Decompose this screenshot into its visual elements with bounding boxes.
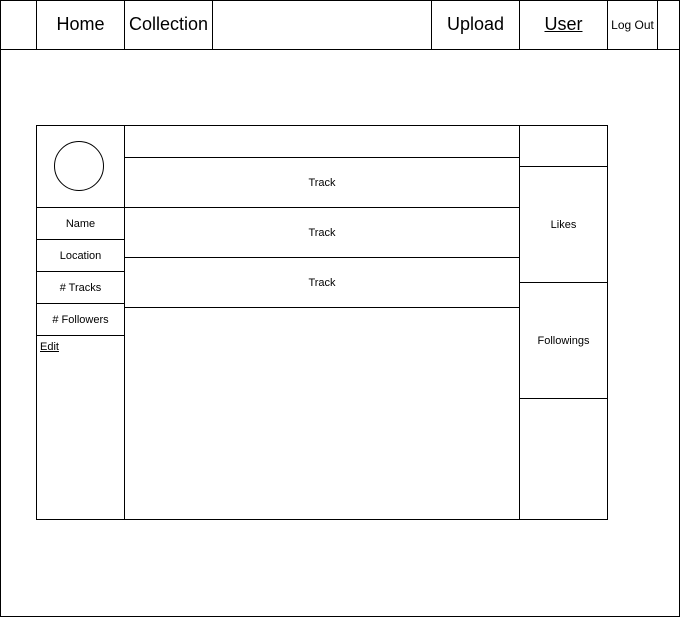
likes-panel[interactable]: Likes: [520, 167, 607, 282]
profile-track-count: # Tracks: [59, 281, 102, 294]
nav-user-link[interactable]: User: [520, 0, 607, 49]
avatar[interactable]: [54, 141, 104, 191]
profile-name: Name: [65, 217, 96, 230]
profile-location: Location: [59, 249, 102, 262]
row-divider: [520, 398, 607, 399]
profile-panel: Name Location # Tracks # Followers Edit …: [36, 125, 608, 520]
nav-divider: [657, 0, 658, 49]
track-item[interactable]: Track: [125, 208, 519, 257]
nav-bottom-border: [0, 49, 680, 50]
edit-profile-link[interactable]: Edit: [40, 341, 59, 353]
row-divider: [125, 307, 519, 308]
nav-upload-link[interactable]: Upload: [432, 0, 519, 49]
track-item[interactable]: Track: [125, 158, 519, 207]
nav-home-link[interactable]: Home: [37, 0, 124, 49]
followings-panel[interactable]: Followings: [520, 283, 607, 398]
row-divider: [37, 335, 124, 336]
nav-divider: [212, 0, 213, 49]
profile-follower-count: # Followers: [52, 313, 109, 326]
track-item[interactable]: Track: [125, 258, 519, 307]
nav-collection-link[interactable]: Collection: [125, 0, 212, 49]
nav-logout-link[interactable]: Log Out: [608, 0, 657, 49]
